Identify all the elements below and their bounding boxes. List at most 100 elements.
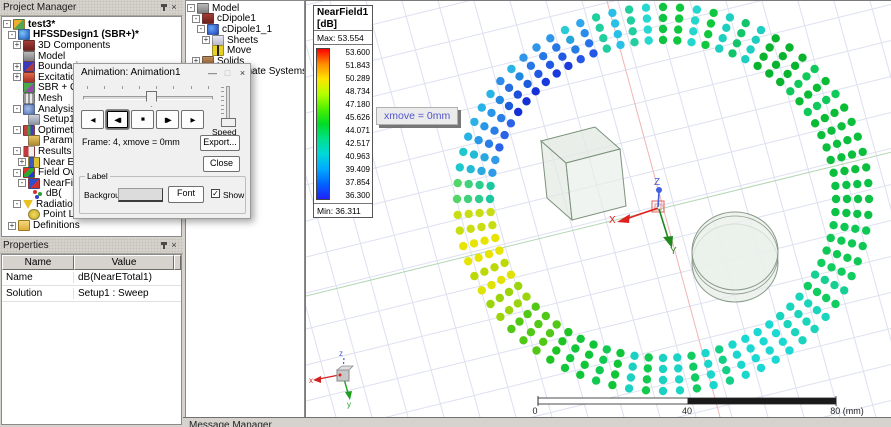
play-button[interactable]: ▶	[181, 110, 204, 129]
field-dot	[795, 293, 803, 301]
tree-item-move[interactable]: Move	[186, 45, 304, 56]
tree-item-cdipole1[interactable]: -cDipole1	[186, 14, 304, 25]
field-dot	[785, 43, 793, 51]
property-value[interactable]: Setup1 : Sweep	[74, 288, 181, 299]
field-dot	[659, 25, 667, 33]
frame-slider-thumb[interactable]	[146, 91, 157, 107]
field-dot	[804, 90, 812, 98]
field-dot	[829, 221, 837, 229]
play-reverse-button[interactable]: ◀	[81, 110, 104, 129]
field-dot	[859, 148, 867, 156]
collapse-icon[interactable]: -	[197, 25, 205, 33]
show-label: Show	[223, 190, 244, 200]
collapse-icon[interactable]: -	[192, 15, 200, 23]
field-dot	[848, 239, 856, 247]
triad-x-arrowhead	[313, 376, 321, 383]
legend-value: 51.843	[332, 61, 370, 70]
mesh-icon	[23, 93, 35, 104]
tree-item-model[interactable]: -Model	[186, 3, 304, 14]
legend-max: Max: 53.554	[314, 30, 372, 44]
field-dot	[675, 375, 683, 383]
column-header-name[interactable]: Name	[2, 255, 74, 270]
close-icon[interactable]: ×	[168, 240, 180, 251]
pin-icon[interactable]	[159, 241, 168, 250]
export-button[interactable]: Export...	[200, 135, 240, 151]
cylinder-top[interactable]	[692, 212, 778, 290]
field-dot	[475, 195, 483, 203]
field-dot	[627, 16, 635, 24]
field-dot	[843, 254, 851, 262]
column-header-value[interactable]: Value	[74, 255, 174, 270]
close-icon[interactable]: ×	[235, 68, 250, 78]
field-dot	[804, 282, 812, 290]
field-dot	[577, 335, 585, 343]
field-dot	[659, 365, 667, 373]
field-dot	[853, 210, 861, 218]
collapse-icon[interactable]: -	[13, 126, 21, 134]
tree-item-cdipole1-1[interactable]: -cDipole1_1	[186, 24, 304, 35]
optimetrics-icon	[23, 125, 35, 136]
expand-icon[interactable]: +	[13, 41, 21, 49]
triad-x-axis	[319, 375, 339, 379]
tree-item-model[interactable]: Model	[2, 51, 181, 62]
font-button[interactable]: Font	[168, 186, 204, 203]
stop-button[interactable]: ■	[131, 110, 154, 129]
setup-icon	[28, 114, 40, 125]
step-forward-button[interactable]: ▮▶	[156, 110, 179, 129]
field-dot	[810, 65, 818, 73]
close-icon[interactable]: ×	[168, 2, 180, 13]
field-dot	[645, 353, 653, 361]
field-dot	[753, 62, 761, 70]
field-dot	[539, 52, 547, 60]
collapse-icon[interactable]: -	[13, 105, 21, 113]
tree-item-3d-components[interactable]: +3D Components	[2, 40, 181, 51]
field-dot	[486, 90, 494, 98]
pin-icon[interactable]	[159, 3, 168, 12]
collapse-icon[interactable]: -	[13, 147, 21, 155]
tree-item-hfssdesign1-sbr[interactable]: -HFSSDesign1 (SBR+)*	[2, 30, 181, 41]
field-dot	[831, 208, 839, 216]
property-value[interactable]: dB(NearETotal1)	[74, 272, 181, 283]
properties-title: Properties	[3, 240, 159, 251]
legend-unit: [dB]	[314, 18, 372, 30]
show-checkbox[interactable]: ✓	[211, 189, 220, 198]
expand-icon[interactable]: +	[18, 158, 26, 166]
field-dot	[514, 282, 522, 290]
tree-item-sheets[interactable]: +Sheets	[186, 35, 304, 46]
background-color-button[interactable]	[118, 188, 163, 202]
expand-icon[interactable]: +	[202, 36, 210, 44]
field-dot	[629, 363, 637, 371]
field-dot	[558, 53, 566, 61]
field-dot	[532, 346, 540, 354]
speed-slider-thumb[interactable]	[221, 118, 236, 127]
expand-icon[interactable]: +	[13, 63, 21, 71]
collapse-icon[interactable]: -	[8, 31, 16, 39]
field-dot	[527, 328, 535, 336]
dialog-titlebar[interactable]: Animation: Animation1 — □ ×	[74, 64, 250, 81]
triad-dot	[339, 374, 342, 377]
field-dot	[585, 351, 593, 359]
property-row[interactable]: NamedB(NearETotal1)	[2, 270, 181, 286]
step-back-button[interactable]: ◀▮	[106, 110, 129, 129]
comp1-icon	[202, 13, 214, 24]
modeler-viewport[interactable]: X Y Z x y z 0	[305, 0, 891, 418]
dialog-close-button[interactable]: Close	[203, 156, 240, 172]
field-dot	[847, 118, 855, 126]
tree-item-test3[interactable]: -test3*	[2, 19, 181, 30]
collapse-icon[interactable]: -	[13, 200, 21, 208]
grid-line	[654, 1, 768, 417]
minimize-icon[interactable]: —	[205, 68, 220, 78]
collapse-icon[interactable]: -	[13, 169, 21, 177]
field-dot	[737, 29, 745, 37]
collapse-icon[interactable]: -	[187, 4, 195, 12]
expand-icon[interactable]: +	[8, 222, 16, 230]
field-dot	[798, 336, 806, 344]
tree-item-definitions[interactable]: +Definitions	[2, 220, 181, 231]
collapse-icon[interactable]: -	[3, 20, 11, 28]
property-row[interactable]: SolutionSetup1 : Sweep	[2, 286, 181, 302]
field-dot	[779, 52, 787, 60]
expand-icon[interactable]: +	[13, 73, 21, 81]
field-dot	[707, 370, 715, 378]
collapse-icon[interactable]: -	[18, 179, 26, 187]
field-dot	[611, 370, 619, 378]
